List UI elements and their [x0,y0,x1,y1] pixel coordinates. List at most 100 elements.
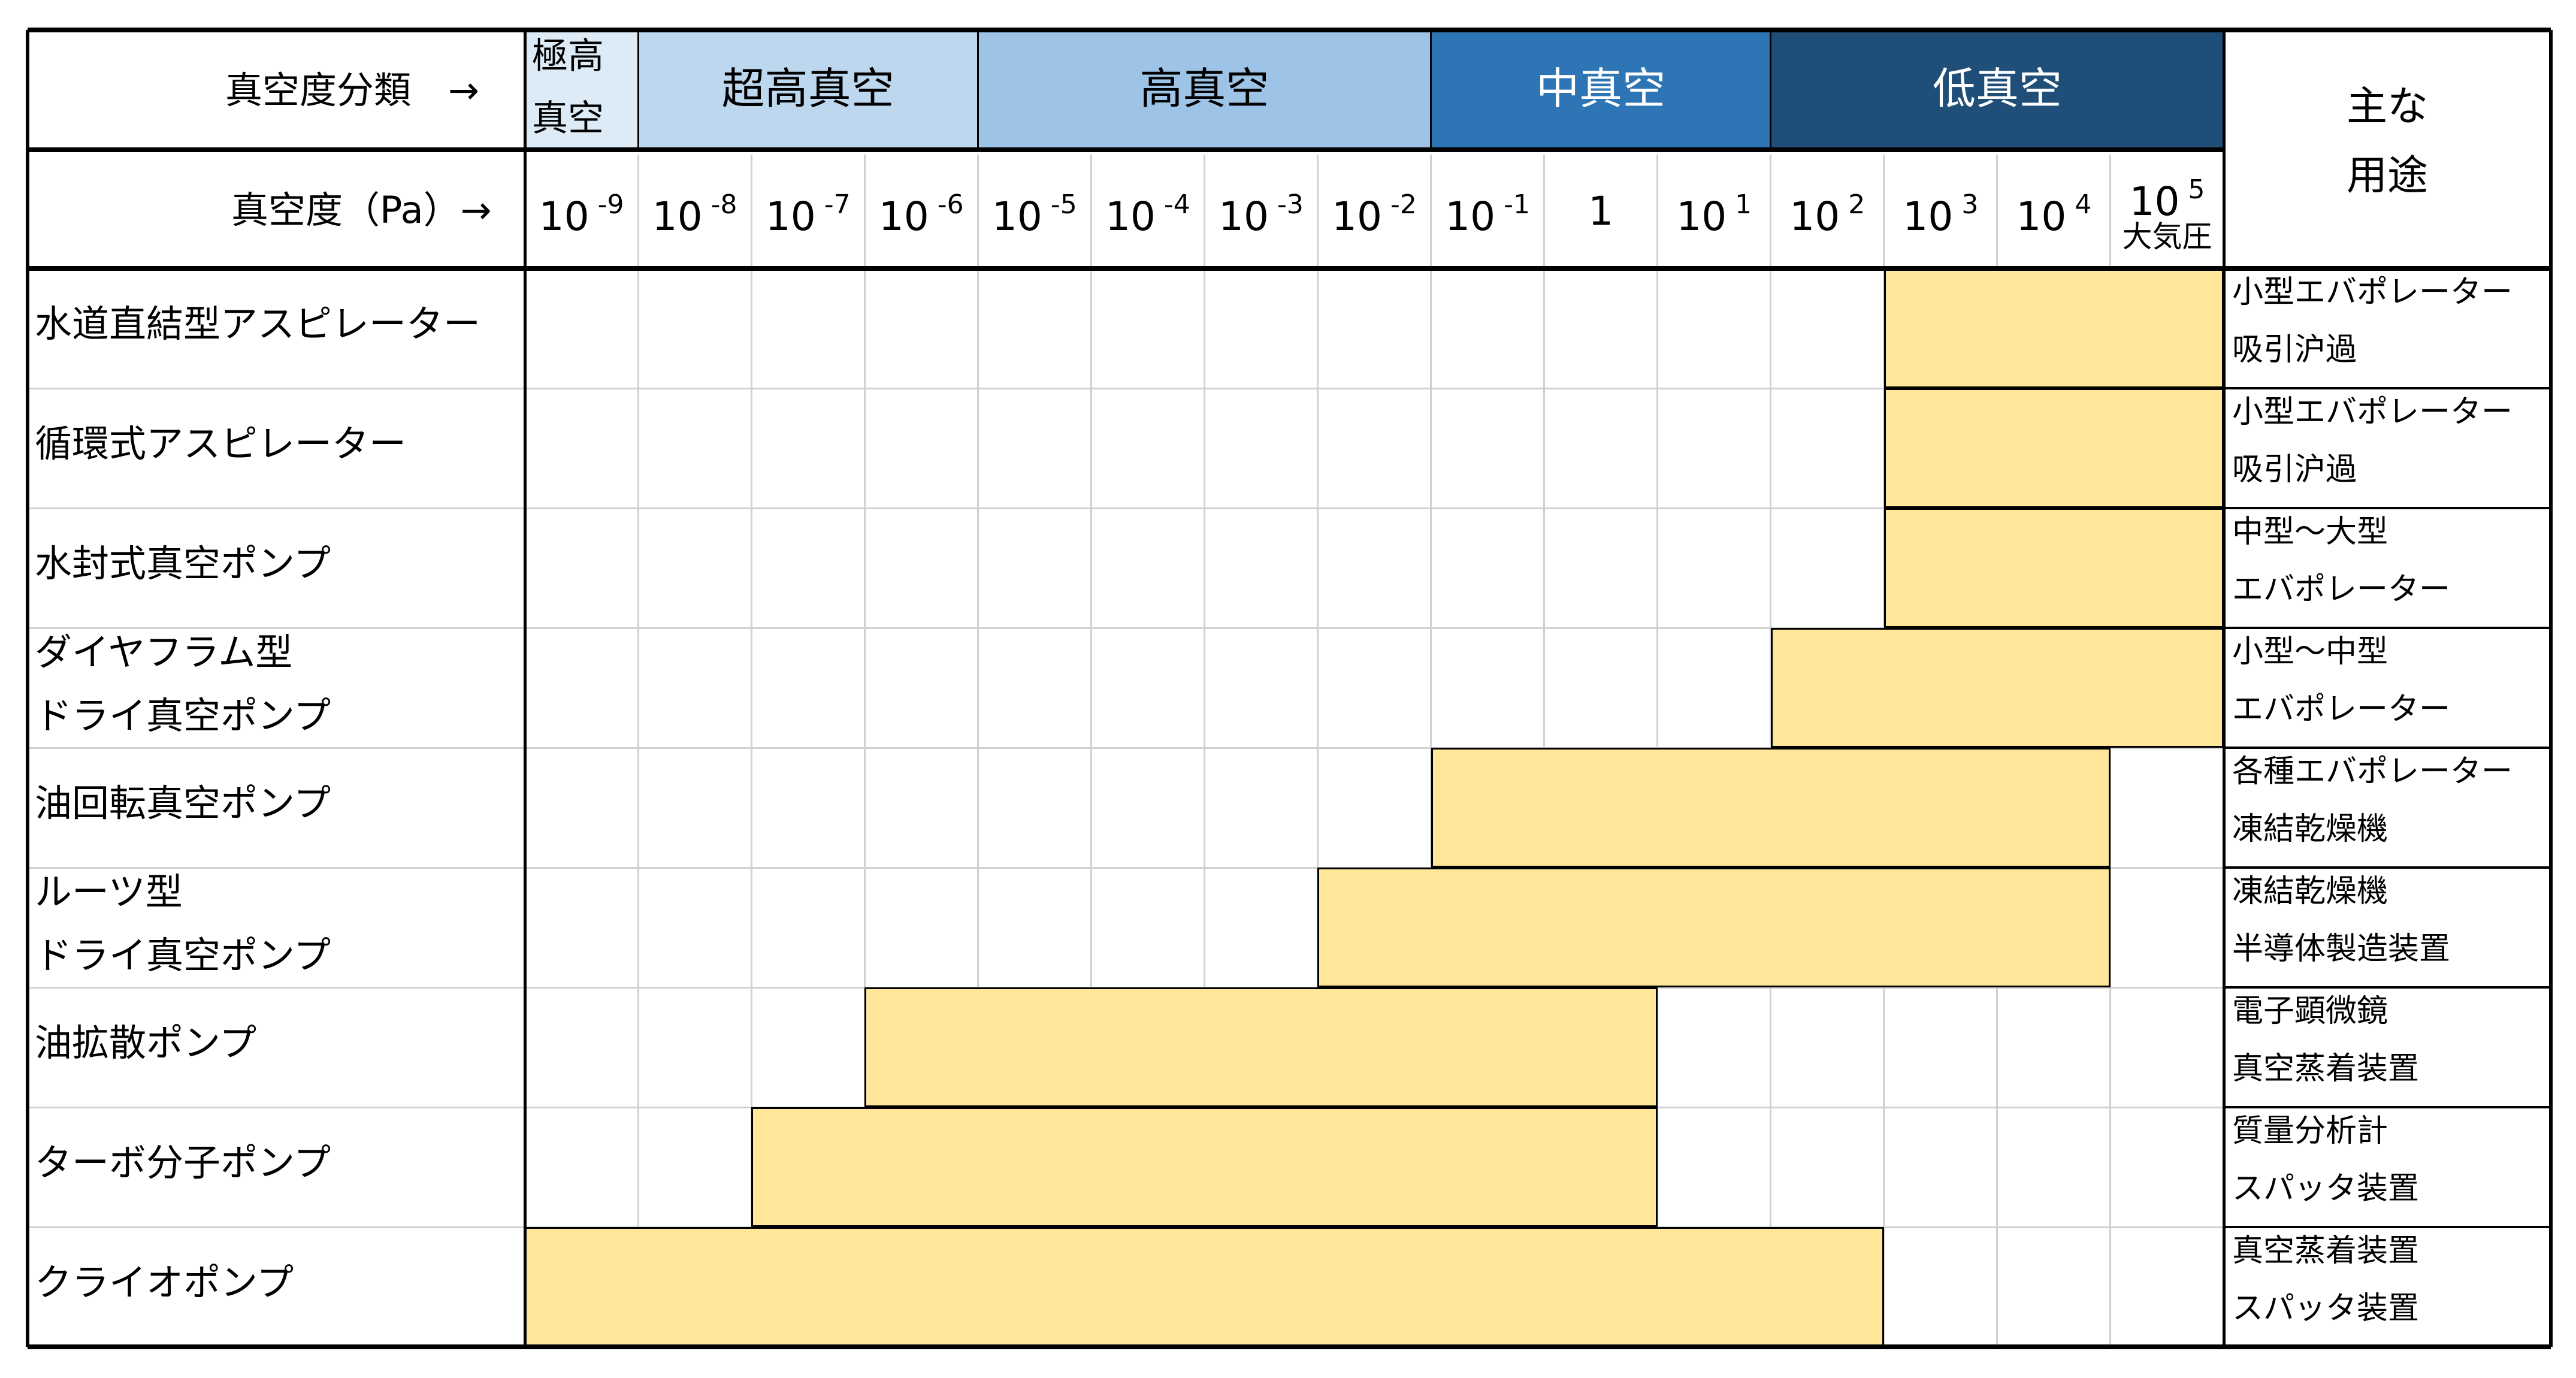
pump-range-bar [1883,508,2224,628]
header-bottom-border [28,266,2551,271]
class-divider [637,30,639,150]
pressure-tick-exponent: -1 [1495,189,1530,220]
use-header-label: 主な [2346,83,2428,131]
class-divider [1770,30,1772,150]
pressure-tick-label: 1 [1544,192,1658,231]
use-row-line [2224,1106,2551,1108]
pressure-header-label: 真空度（Pa）→ [231,188,492,232]
pressure-tick-label: 10 5 [2111,177,2224,222]
pressure-tick-exponent: 4 [2066,189,2092,220]
use-column-border [2222,30,2226,1347]
use-row-line [2224,986,2551,989]
pump-name: 油回転真空ポンプ [35,781,331,825]
pressure-tick-exponent: 1 [1727,189,1752,220]
pressure-tick-exponent: -2 [1382,189,1417,220]
pressure-tick-base: 10 [1789,194,1840,240]
vacuum-class-label: 極高 [532,35,604,77]
pressure-tick-base: 10 [878,194,929,240]
pump-use: 真空蒸着装置 [2232,1051,2420,1087]
pressure-tick-label: 10 -7 [751,192,864,237]
pressure-tick-exponent: 5 [2179,174,2205,205]
pressure-tick-base: 10 [652,194,703,240]
table-right-border [2549,30,2553,1347]
pump-range-bar [1883,388,2224,508]
pump-use: 吸引沪過 [2232,332,2357,368]
pressure-tick-exponent: -4 [1155,189,1190,220]
pressure-tick-base: 10 [991,194,1042,240]
pump-range-bar [1770,628,2224,748]
pressure-tick-label: 10 -8 [638,192,751,237]
pump-use: エバポレーター [2232,691,2451,727]
pressure-tick-label: 10 -5 [978,192,1091,237]
pressure-tick-exponent: -3 [1268,189,1304,220]
pump-range-bar [1431,748,2111,868]
class-divider [1430,30,1432,150]
pressure-tick-base: 1 [1588,188,1614,234]
pressure-tick-base: 10 [765,194,816,240]
pressure-tick-base: 10 [2129,179,2180,225]
name-column-border [523,30,527,1347]
pump-range-bar [1883,268,2224,388]
vacuum-class-label: 中真空 [1536,64,1666,114]
pump-name: 油拡散ポンプ [35,1021,257,1065]
vacuum-class-header-label: 真空度分類 → [225,68,479,112]
pressure-tick-base: 10 [1903,194,1954,240]
pressure-tick-label: 10 1 [1658,192,1771,237]
pressure-tick-label: 10 2 [1771,192,1884,237]
pressure-tick-exponent: -6 [929,189,964,220]
pressure-tick-label: 10 -1 [1431,192,1544,237]
use-row-line [2224,747,2551,749]
pump-name: 水道直結型アスピレーター [35,302,481,346]
pump-use: 中型～大型 [2232,514,2388,550]
pump-use: 電子顕微鏡 [2232,993,2388,1029]
vacuum-pump-range-chart: 極高 真空 超高真空 高真空 中真空 低真空 真空度分類 → 真空度（Pa）→ 主な 用途 10 -… [0,0,2576,1378]
pump-use: スパッタ装置 [2232,1171,2420,1207]
pressure-tick-base: 10 [1332,194,1383,240]
pressure-tick-base: 10 [1676,194,1727,240]
pump-use: 各種エバポレーター [2232,754,2513,790]
pump-use: 小型～中型 [2232,634,2388,670]
pressure-tick-exponent: -8 [702,189,737,220]
pump-range-bar [1317,868,2111,987]
pump-use: 小型エバポレーター [2232,394,2513,430]
pressure-tick-exponent: 3 [1953,189,1979,220]
vacuum-class-label: 低真空 [1932,64,2062,114]
pressure-tick-label: 10 -2 [1317,192,1431,237]
pump-use: エバポレーター [2232,572,2451,608]
pressure-tick-label: 10 -3 [1204,192,1317,237]
grid-column-line [637,155,639,1347]
pump-name: 循環式アスピレーター [35,422,407,466]
pump-range-bar [525,1227,1884,1347]
pump-name: ドライ真空ポンプ [35,933,331,977]
pressure-tick-label: 10 -4 [1091,192,1204,237]
pressure-tick-exponent: 2 [1840,189,1866,220]
use-row-line [2224,1226,2551,1228]
pressure-tick-exponent: -9 [589,189,624,220]
pump-name: ルーツ型 [35,870,183,914]
pump-use: 小型エバポレーター [2232,274,2513,310]
pressure-tick-base: 10 [2016,194,2067,240]
vacuum-class-label: 超高真空 [721,64,894,114]
pump-name: ドライ真空ポンプ [35,694,331,738]
pressure-tick-base: 10 [1105,194,1156,240]
pump-use: 凍結乾燥機 [2232,811,2388,847]
vacuum-class-label: 高真空 [1139,64,1269,114]
class-divider [976,30,979,150]
pump-use: 凍結乾燥機 [2232,874,2388,909]
use-row-line [2224,866,2551,869]
pump-use: スパッタ装置 [2232,1291,2420,1326]
atmospheric-pressure-label: 大気圧 [2122,219,2212,254]
pump-range-bar [751,1107,1658,1227]
pressure-tick-exponent: -5 [1042,189,1077,220]
pump-use: 質量分析計 [2232,1113,2388,1149]
table-bottom-border [28,1344,2551,1349]
pump-use: 吸引沪過 [2232,452,2357,488]
use-row-line [2224,387,2551,389]
pressure-tick-base: 10 [539,194,589,240]
use-row-line [2224,627,2551,629]
pump-name: ターボ分子ポンプ [35,1141,331,1184]
pressure-tick-base: 10 [1219,194,1269,240]
pressure-tick-label: 10 3 [1884,192,1997,237]
pressure-tick-label: 10 -9 [525,192,638,237]
use-row-line [2224,507,2551,509]
